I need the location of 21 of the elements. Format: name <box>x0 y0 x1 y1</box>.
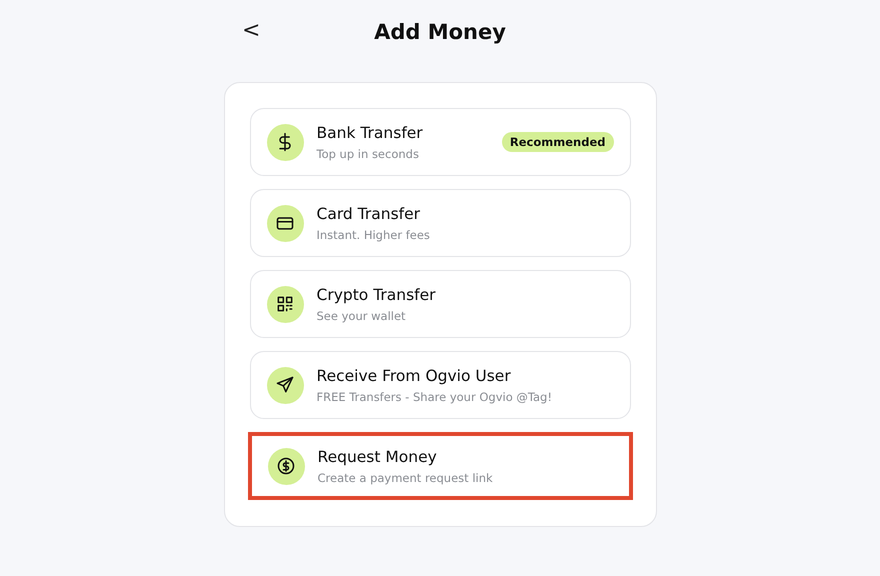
payment-option[interactable]: Card Transfer Instant. Higher fees <box>250 189 630 257</box>
option-subtitle: Create a payment request link <box>318 470 494 484</box>
option-title: Bank Transfer <box>316 124 424 142</box>
payment-option[interactable]: Crypto Transfer See your wallet <box>250 270 630 338</box>
option-subtitle: See your wallet <box>316 308 407 322</box>
payment-option[interactable]: Receive From Ogvio User FREE Transfers - Share your Ogvio @Tag! <box>250 351 630 419</box>
qr-code-icon <box>275 294 295 314</box>
option-title: Request Money <box>318 448 438 466</box>
payment-option[interactable]: Request Money Create a payment request link <box>248 432 632 500</box>
back-button[interactable]: < <box>238 18 264 43</box>
option-title: Card Transfer <box>316 204 422 222</box>
option-subtitle: Instant. Higher fees <box>316 228 431 242</box>
dollar-circle-icon <box>276 456 296 476</box>
option-title: Receive From Ogvio User <box>316 366 512 384</box>
recommended-badge: Recommended <box>502 132 614 152</box>
payment-option[interactable]: Bank Transfer Top up in seconds Recommended <box>250 108 630 176</box>
option-subtitle: FREE Transfers - Share your Ogvio @Tag! <box>316 390 553 404</box>
page-title: Add Money <box>374 20 506 44</box>
option-title: Crypto Transfer <box>316 286 437 304</box>
send-icon <box>275 375 295 395</box>
option-subtitle: Top up in seconds <box>316 146 420 160</box>
